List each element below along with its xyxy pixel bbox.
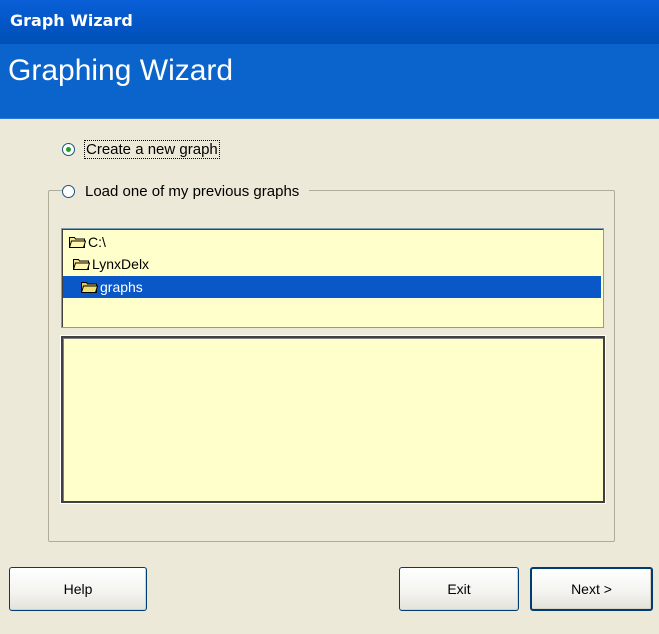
title-bar[interactable]: Graph Wizard xyxy=(0,0,659,44)
open-folder-icon xyxy=(81,282,98,293)
tree-item-label: C:\ xyxy=(88,234,106,250)
graph-file-list[interactable] xyxy=(61,336,605,503)
graph-wizard-window: Graph Wizard Graphing Wizard Create a ne… xyxy=(0,0,659,634)
create-new-graph-radio[interactable] xyxy=(62,143,75,156)
load-previous-graph-label[interactable]: Load one of my previous graphs xyxy=(85,183,299,200)
tree-item-label: graphs xyxy=(100,279,143,295)
exit-button[interactable]: Exit xyxy=(399,567,519,611)
window-title: Graph Wizard xyxy=(10,11,133,30)
open-folder-icon xyxy=(69,237,86,248)
create-new-graph-label[interactable]: Create a new graph xyxy=(84,140,220,159)
folder-tree[interactable]: C:\ LynxDelx graphs xyxy=(61,228,604,328)
tree-item-c-drive[interactable]: C:\ xyxy=(69,231,129,253)
wizard-header: Graphing Wizard xyxy=(0,44,659,119)
wizard-heading: Graphing Wizard xyxy=(8,54,234,87)
create-new-graph-option[interactable]: Create a new graph xyxy=(62,140,220,159)
help-button[interactable]: Help xyxy=(9,567,147,611)
load-previous-graph-option[interactable]: Load one of my previous graphs xyxy=(62,183,310,200)
next-button[interactable]: Next > xyxy=(530,567,653,611)
tree-item-graphs[interactable]: graphs xyxy=(63,276,601,298)
open-folder-icon xyxy=(73,259,90,270)
load-previous-graph-radio[interactable] xyxy=(62,185,75,198)
tree-item-lynxdelx[interactable]: LynxDelx xyxy=(73,253,193,275)
tree-item-label: LynxDelx xyxy=(92,256,150,272)
